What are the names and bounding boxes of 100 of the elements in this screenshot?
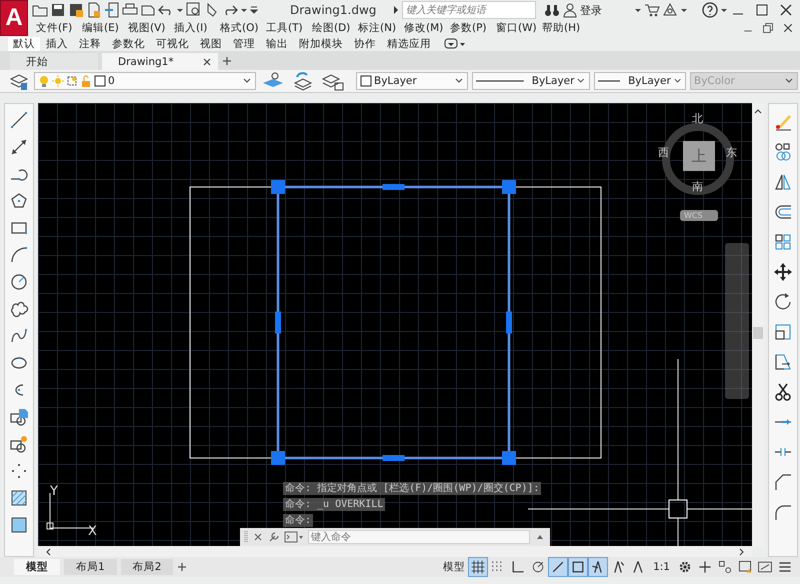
- color-swatch-icon: [360, 75, 372, 87]
- command-input[interactable]: 键入命令: [308, 530, 530, 544]
- panel-toggle-icon[interactable]: [443, 36, 467, 50]
- cart-icon[interactable]: [644, 2, 660, 18]
- eraser-icon[interactable]: [773, 112, 793, 132]
- layout-tab[interactable]: 模型: [14, 559, 60, 575]
- network-icon[interactable]: [662, 2, 678, 18]
- ribbon-tab[interactable]: 默认: [8, 36, 40, 50]
- document-icon[interactable]: [86, 2, 102, 18]
- ribbon-tab[interactable]: 参数化: [107, 36, 150, 50]
- app-menu-button[interactable]: A: [0, 0, 28, 36]
- document-tab[interactable]: 开始: [10, 53, 98, 70]
- ribbon-tab[interactable]: 视图: [195, 36, 227, 50]
- hatch-icon[interactable]: [9, 488, 29, 508]
- block-create-icon[interactable]: [9, 434, 29, 454]
- add-tab-icon[interactable]: [177, 562, 188, 572]
- drawing-canvas[interactable]: Y X 北 西 上 东 南 WCS 命令: 指定对角点或 [栏选(F)/圈围(WP)/圈交(CP)]: 命令: _u OVERKILL 命令: 键入命令: [38, 103, 752, 546]
- menu-item[interactable]: 视图(V): [128, 21, 174, 35]
- compass-label[interactable]: 西: [658, 145, 669, 160]
- ribbon-tab[interactable]: 精选应用: [382, 36, 436, 50]
- square-icon[interactable]: [569, 558, 588, 576]
- block-insert-icon[interactable]: [9, 407, 29, 427]
- import-icon[interactable]: [104, 2, 120, 18]
- menu-item[interactable]: 标注(N): [358, 21, 404, 35]
- sun-icon: [52, 75, 64, 87]
- gradient-icon[interactable]: [9, 515, 29, 535]
- ribbon-tab[interactable]: 输出: [261, 36, 293, 50]
- window-title: Drawing1.dwg: [290, 3, 378, 17]
- scale-icon[interactable]: [773, 322, 793, 342]
- rotate-icon[interactable]: [773, 292, 793, 312]
- grid-icon[interactable]: [469, 558, 488, 576]
- scissors-icon[interactable]: [773, 382, 793, 402]
- menu-item[interactable]: 帮助(H): [542, 21, 588, 35]
- ribbon-tab[interactable]: 附加模块: [294, 36, 348, 50]
- maximize-icon[interactable]: [754, 2, 770, 18]
- save-as-icon[interactable]: [68, 2, 84, 18]
- annotation-icon[interactable]: [589, 558, 608, 576]
- close-icon[interactable]: [202, 56, 212, 66]
- menu-item[interactable]: 编辑(E): [82, 21, 128, 35]
- menu-item[interactable]: 插入(I): [174, 21, 220, 35]
- menu-item[interactable]: 工具(T): [266, 21, 312, 35]
- compass-label[interactable]: 南: [692, 179, 703, 194]
- line-sample-icon: [598, 79, 620, 83]
- compass-label[interactable]: 东: [726, 145, 737, 160]
- zoom-icon[interactable]: [186, 2, 202, 18]
- scrollbar-thumb[interactable]: [753, 327, 763, 339]
- array-icon[interactable]: [773, 232, 793, 252]
- axis-label: Y: [50, 484, 58, 499]
- annotation-scale-button[interactable]: 1:1: [653, 561, 670, 573]
- copy-icon[interactable]: [773, 142, 793, 162]
- restore-icon[interactable]: [762, 22, 774, 34]
- add-tab-icon[interactable]: [222, 56, 232, 66]
- ribbon-tab[interactable]: 可视化: [151, 36, 194, 50]
- points-icon[interactable]: [9, 461, 29, 481]
- wrench-icon[interactable]: [268, 531, 280, 543]
- property-dropdown[interactable]: ByLayer: [594, 72, 686, 90]
- compass-label[interactable]: 北: [692, 111, 703, 126]
- line-icon[interactable]: [9, 110, 29, 130]
- property-dropdown[interactable]: ByLayer: [356, 72, 468, 90]
- sign-in-button[interactable]: 登录: [562, 2, 602, 18]
- menu-item[interactable]: 窗口(W): [496, 21, 542, 35]
- layer-dropdown[interactable]: 0: [34, 72, 256, 90]
- ribbon-tab[interactable]: 协作: [349, 36, 381, 50]
- prompt-icon[interactable]: [284, 531, 304, 543]
- ribbon-tab[interactable]: 插入: [41, 36, 73, 50]
- arc-icon[interactable]: [9, 245, 29, 265]
- model-space-button[interactable]: 模型: [443, 560, 466, 574]
- grip-icon[interactable]: [244, 530, 248, 544]
- axis-label: X: [88, 524, 97, 539]
- lightbulb-icon: [38, 75, 50, 87]
- move-icon[interactable]: [773, 262, 793, 282]
- ribbon-tab[interactable]: 注释: [74, 36, 106, 50]
- chamfer-icon[interactable]: [773, 472, 793, 492]
- menu-item[interactable]: 文件(F): [36, 21, 82, 35]
- ribbon-tab[interactable]: 管理: [228, 36, 260, 50]
- search-field[interactable]: 键入关键字或短语: [402, 1, 536, 19]
- double-arrow-icon[interactable]: [9, 137, 29, 157]
- unlock-icon: [80, 75, 92, 87]
- save-icon[interactable]: [50, 2, 66, 18]
- color-swatch-icon: [94, 75, 106, 87]
- isolate-icon[interactable]: [716, 558, 734, 576]
- cloud-icon[interactable]: [9, 299, 29, 319]
- document-tab[interactable]: Drawing1*: [102, 53, 218, 70]
- menu-item[interactable]: 参数(P): [450, 21, 496, 35]
- menu-item[interactable]: 修改(M): [404, 21, 450, 35]
- layout-tab[interactable]: 布局2: [120, 559, 174, 575]
- horizontal-scrollbar[interactable]: [38, 546, 752, 557]
- layout-tab[interactable]: 布局1: [64, 559, 117, 575]
- property-dropdown[interactable]: ByLayer: [472, 72, 590, 90]
- stretch-icon[interactable]: [773, 352, 793, 372]
- menu-item[interactable]: 格式(O): [220, 21, 266, 35]
- binoculars-icon[interactable]: [544, 2, 560, 18]
- help-icon[interactable]: [702, 2, 718, 18]
- close-icon[interactable]: [782, 22, 794, 34]
- close-icon[interactable]: [252, 531, 264, 543]
- menu-item[interactable]: 绘图(D): [312, 21, 358, 35]
- close-icon[interactable]: [778, 2, 794, 18]
- mirror-icon[interactable]: [773, 172, 793, 192]
- vertical-scrollbar[interactable]: [752, 103, 764, 546]
- circle-icon[interactable]: [9, 272, 29, 292]
